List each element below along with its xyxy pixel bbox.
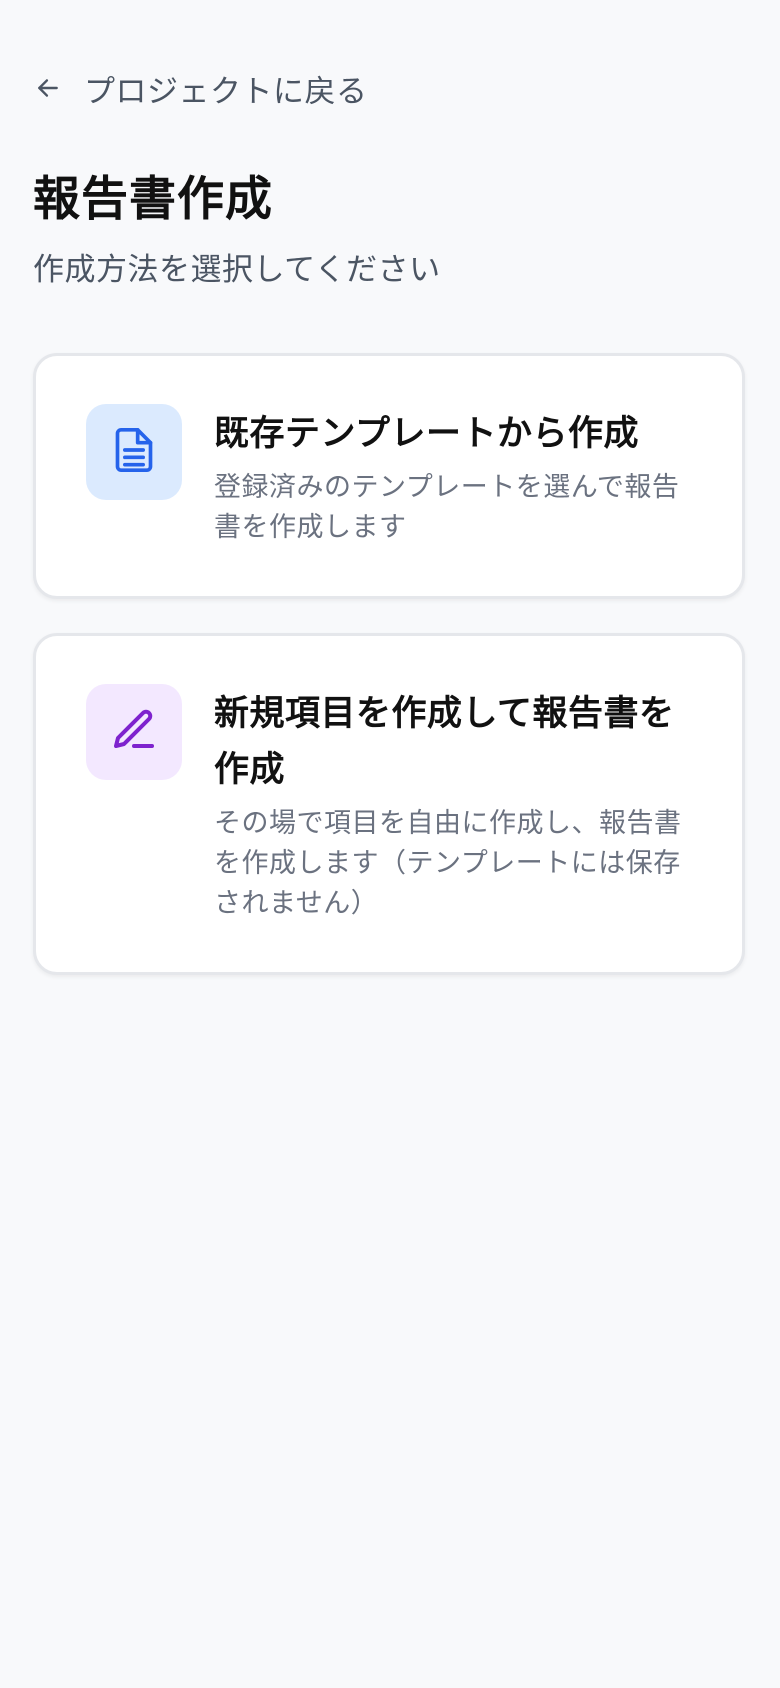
option-icon-box [86, 684, 182, 780]
back-to-project-link[interactable]: プロジェクトに戻る [34, 66, 368, 110]
arrow-left-icon [34, 74, 62, 102]
option-card-new-items[interactable]: 新規項目を作成して報告書を作成 その場で項目を自由に作成し、報告書を作成します（… [33, 633, 745, 975]
option-description: その場で項目を自由に作成し、報告書を作成します（テンプレートには保存されません） [214, 808, 682, 919]
document-icon [112, 426, 156, 478]
option-title: 新規項目を作成して報告書を作成 [214, 694, 675, 790]
page-title: 報告書作成 [33, 172, 273, 227]
option-icon-box [86, 404, 182, 500]
option-description: 登録済みのテンプレートを選んで報告書を作成します [214, 472, 680, 543]
option-title: 既存テンプレートから作成 [214, 414, 639, 454]
pencil-icon [110, 706, 158, 758]
option-card-existing-template[interactable]: 既存テンプレートから作成 登録済みのテンプレートを選んで報告書を作成します [33, 353, 745, 599]
back-link-label: プロジェクトに戻る [84, 73, 368, 110]
page-subtitle: 作成方法を選択してください [33, 252, 441, 288]
